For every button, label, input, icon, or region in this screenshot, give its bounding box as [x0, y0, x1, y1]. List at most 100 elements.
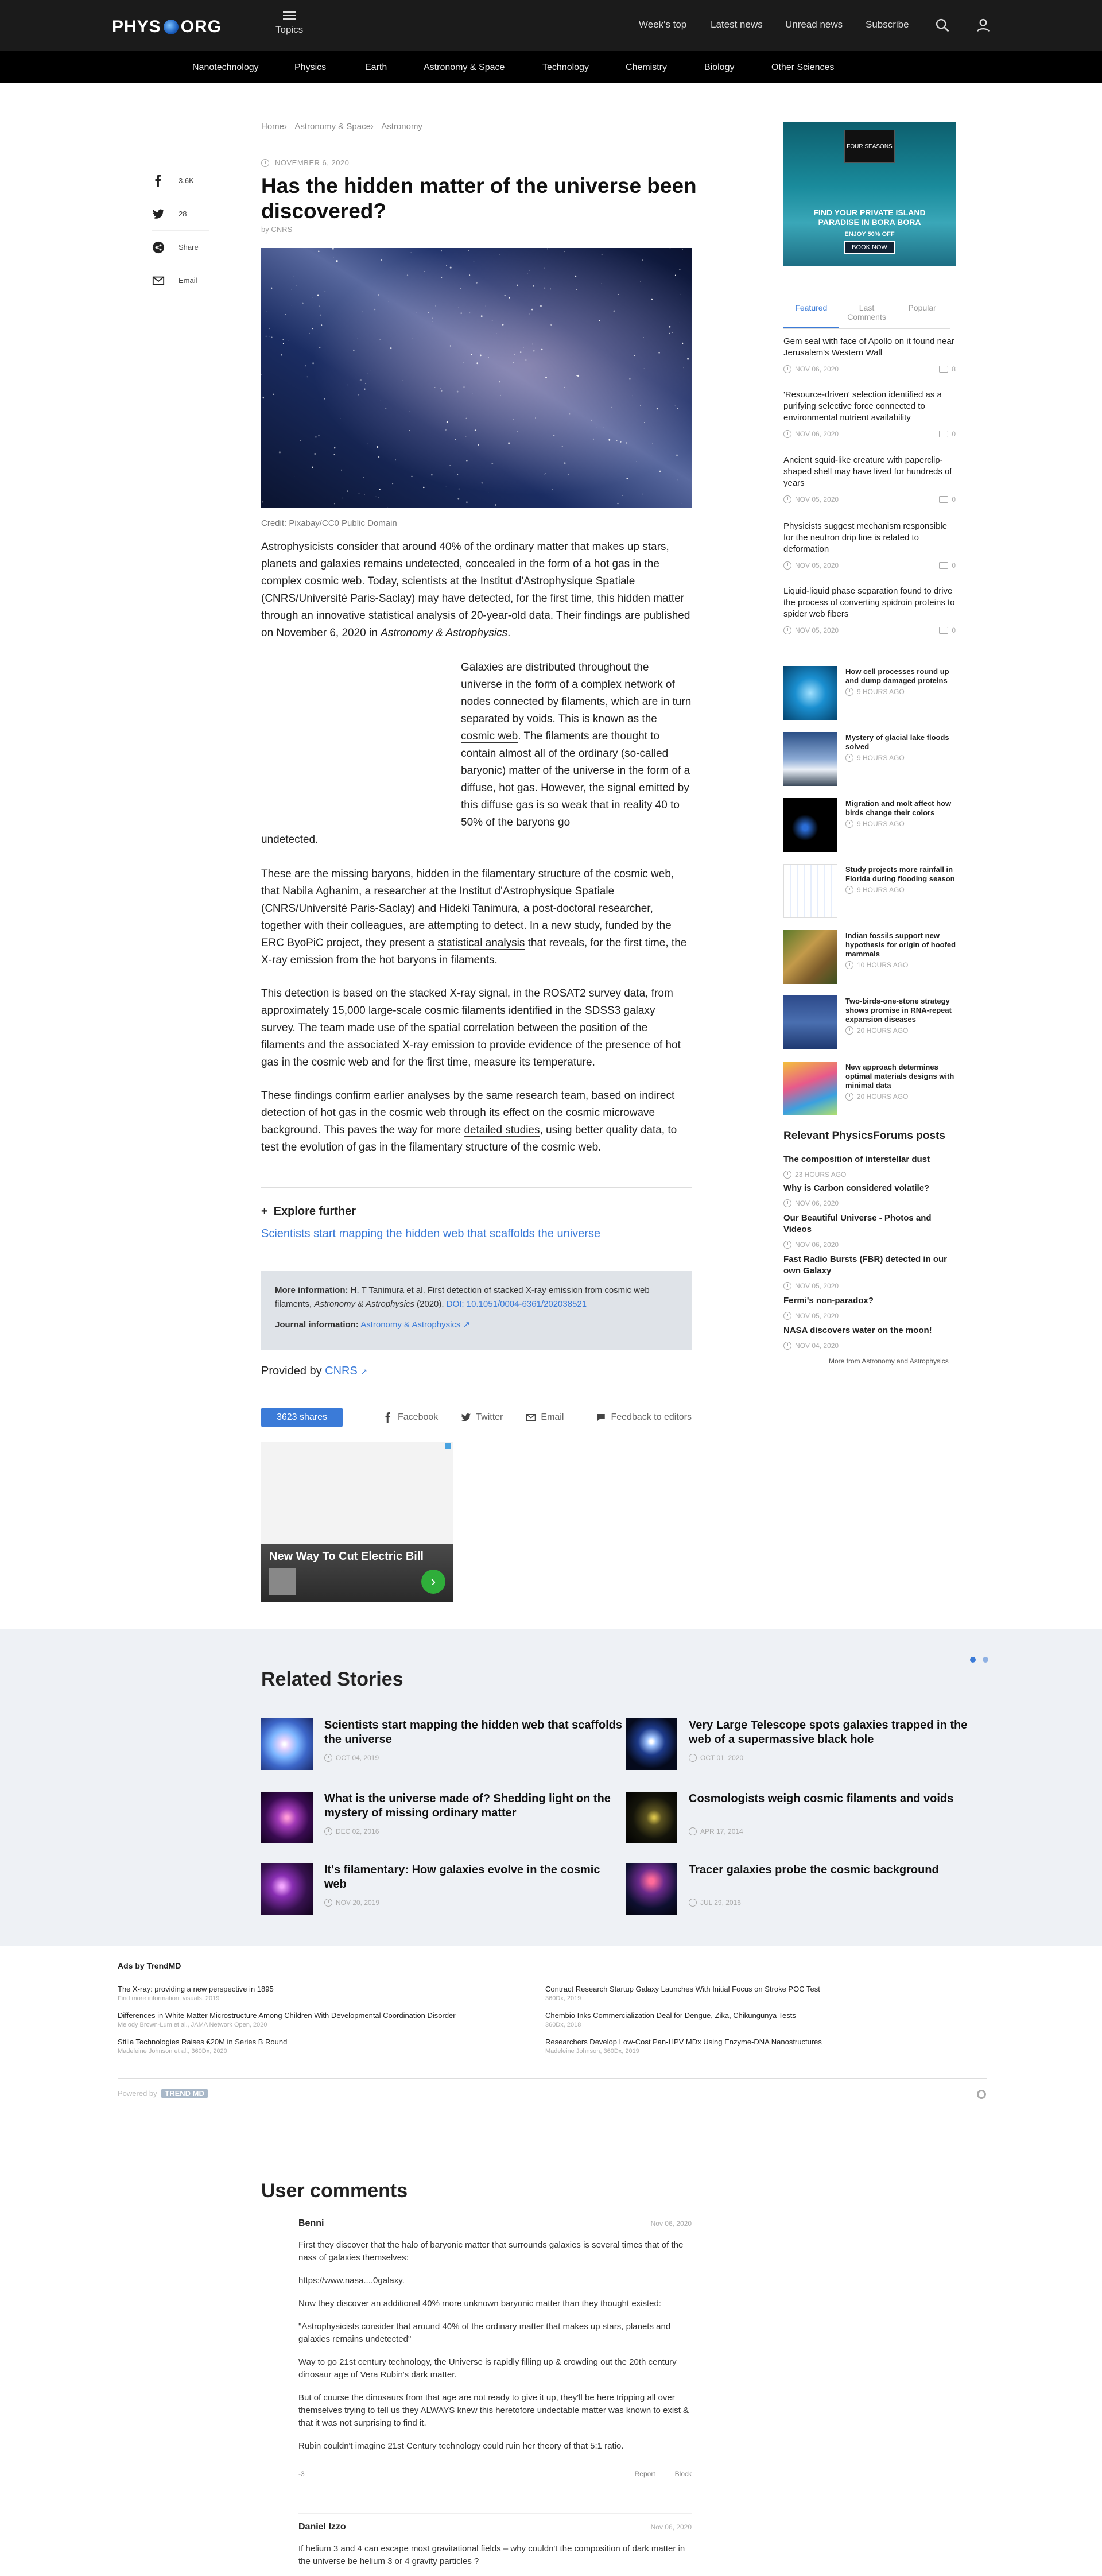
- comment-author[interactable]: Daniel Izzo: [298, 2522, 692, 2532]
- news-title[interactable]: Two-birds-one-stone strategy shows promi…: [845, 997, 960, 1024]
- featured-item[interactable]: Gem seal with face of Apollo on it found…: [783, 336, 956, 375]
- category-physics[interactable]: Physics: [294, 63, 326, 73]
- related-title[interactable]: Cosmologists weigh cosmic filaments and …: [689, 1792, 987, 1806]
- trendmd-item[interactable]: Researchers Develop Low-Cost Pan-HPV MDx…: [545, 2037, 947, 2056]
- report-button[interactable]: Report: [635, 2470, 655, 2478]
- news-title[interactable]: How cell processes round up and dump dam…: [845, 667, 960, 685]
- forum-post[interactable]: Fermi's non-paradox? NOV 05, 2020: [783, 1295, 961, 1323]
- nav-unread-news[interactable]: Unread news: [785, 19, 843, 30]
- news-title[interactable]: New approach determines optimal material…: [845, 1063, 960, 1090]
- facebook-share-button[interactable]: Facebook: [383, 1412, 438, 1423]
- trendmd-item[interactable]: Contract Research Startup Galaxy Launche…: [545, 1984, 947, 2004]
- carousel-dots[interactable]: [970, 1657, 988, 1663]
- related-title[interactable]: Scientists start mapping the hidden web …: [324, 1718, 623, 1747]
- category-earth[interactable]: Earth: [365, 63, 387, 73]
- dot-active[interactable]: [970, 1657, 976, 1663]
- breadcrumb-home[interactable]: Home: [261, 122, 284, 131]
- more-from-astronomy-link[interactable]: More from Astronomy and Astrophysics: [829, 1357, 949, 1365]
- related-story[interactable]: Cosmologists weigh cosmic filaments and …: [626, 1792, 981, 1843]
- forum-post[interactable]: Fast Radio Bursts (FBR) detected in our …: [783, 1254, 961, 1293]
- forum-post[interactable]: Why is Carbon considered volatile? NOV 06…: [783, 1183, 961, 1211]
- featured-title[interactable]: Liquid-liquid phase separation found to …: [783, 586, 956, 620]
- tab-last-comments[interactable]: Last Comments: [839, 303, 895, 328]
- statistical-analysis-link[interactable]: statistical analysis: [437, 937, 525, 950]
- comment-link[interactable]: https://www.nasa....0galaxy.: [298, 2275, 692, 2287]
- related-story[interactable]: Scientists start mapping the hidden web …: [261, 1718, 622, 1770]
- related-story[interactable]: Very Large Telescope spots galaxies trap…: [626, 1718, 981, 1770]
- dot-inactive[interactable]: [983, 1657, 988, 1663]
- forum-post[interactable]: Our Beautiful Universe - Photos and Vide…: [783, 1213, 961, 1252]
- category-nanotechnology[interactable]: Nanotechnology: [192, 63, 259, 73]
- news-thumb-item[interactable]: Indian fossils support new hypothesis fo…: [783, 930, 961, 985]
- topics-menu-button[interactable]: Topics: [276, 11, 303, 36]
- news-title[interactable]: Mystery of glacial lake floods solved: [845, 733, 960, 752]
- trendmd-title[interactable]: Contract Research Startup Galaxy Launche…: [545, 1984, 947, 1994]
- trendmd-item[interactable]: Stilla Technologies Raises €20M in Serie…: [118, 2037, 519, 2056]
- forum-post-title[interactable]: Fast Radio Bursts (FBR) detected in our …: [783, 1254, 961, 1277]
- forum-post[interactable]: NASA discovers water on the moon! NOV 04,…: [783, 1325, 961, 1353]
- doi-link[interactable]: DOI: 10.1051/0004-6361/202038521: [447, 1299, 587, 1309]
- trendmd-title[interactable]: Stilla Technologies Raises €20M in Serie…: [118, 2037, 519, 2047]
- feedback-to-editors[interactable]: Feedback to editors: [596, 1412, 692, 1423]
- inline-advertisement[interactable]: New Way To Cut Electric Bill ›: [261, 1442, 453, 1602]
- category-technology[interactable]: Technology: [542, 63, 589, 73]
- shares-count-button[interactable]: 3623 shares: [261, 1408, 343, 1427]
- trendmd-item[interactable]: Chembio Inks Commercialization Deal for …: [545, 2011, 947, 2030]
- email-share[interactable]: Email: [152, 264, 209, 297]
- site-logo[interactable]: PHYS ORG: [112, 17, 222, 37]
- category-biology[interactable]: Biology: [704, 63, 734, 73]
- user-account-icon[interactable]: [975, 17, 991, 33]
- block-button[interactable]: Block: [675, 2470, 692, 2478]
- search-icon[interactable]: [934, 17, 950, 33]
- related-title[interactable]: Very Large Telescope spots galaxies trap…: [689, 1718, 987, 1747]
- featured-title[interactable]: Gem seal with face of Apollo on it found…: [783, 336, 956, 359]
- news-thumb-item[interactable]: How cell processes round up and dump dam…: [783, 666, 961, 721]
- detailed-studies-link[interactable]: detailed studies: [464, 1124, 540, 1137]
- featured-title[interactable]: 'Resource-driven' selection identified a…: [783, 389, 956, 424]
- breadcrumb-astronomy-space[interactable]: Astronomy & Space: [294, 122, 371, 131]
- featured-title[interactable]: Physicists suggest mechanism responsible…: [783, 521, 956, 555]
- twitter-share[interactable]: 28: [152, 197, 209, 231]
- trendmd-item[interactable]: Differences in White Matter Microstructu…: [118, 2011, 519, 2030]
- book-now-button[interactable]: BOOK NOW: [844, 241, 895, 254]
- forum-post-title[interactable]: Our Beautiful Universe - Photos and Vide…: [783, 1213, 961, 1235]
- trendmd-title[interactable]: The X-ray: providing a new perspective i…: [118, 1984, 519, 1994]
- trendmd-title[interactable]: Differences in White Matter Microstructu…: [118, 2011, 519, 2020]
- gear-icon[interactable]: [977, 2090, 986, 2099]
- featured-item[interactable]: Physicists suggest mechanism responsible…: [783, 521, 956, 571]
- nav-subscribe[interactable]: Subscribe: [866, 19, 909, 30]
- news-title[interactable]: Migration and molt affect how birds chan…: [845, 799, 960, 818]
- news-thumb-item[interactable]: Two-birds-one-stone strategy shows promi…: [783, 995, 961, 1051]
- trendmd-item[interactable]: The X-ray: providing a new perspective i…: [118, 1984, 519, 2004]
- forum-post-title[interactable]: NASA discovers water on the moon!: [783, 1325, 961, 1337]
- generic-share[interactable]: Share: [152, 231, 209, 264]
- forum-post-title[interactable]: Fermi's non-paradox?: [783, 1295, 961, 1307]
- related-title[interactable]: It's filamentary: How galaxies evolve in…: [324, 1863, 623, 1892]
- news-thumb-item[interactable]: Mystery of glacial lake floods solved 9 …: [783, 732, 961, 787]
- featured-item[interactable]: 'Resource-driven' selection identified a…: [783, 389, 956, 440]
- forum-post[interactable]: The composition of interstellar dust 23 H…: [783, 1154, 961, 1182]
- related-title[interactable]: Tracer galaxies probe the cosmic backgro…: [689, 1863, 987, 1877]
- related-story[interactable]: What is the universe made of? Shedding l…: [261, 1792, 617, 1843]
- news-title[interactable]: Indian fossils support new hypothesis fo…: [845, 931, 960, 959]
- explore-further-link[interactable]: Scientists start mapping the hidden web …: [261, 1227, 692, 1241]
- cosmic-web-link[interactable]: cosmic web: [461, 730, 518, 743]
- nav-latest-news[interactable]: Latest news: [711, 19, 763, 30]
- category-chemistry[interactable]: Chemistry: [626, 63, 667, 73]
- comment-author[interactable]: Benni: [298, 2218, 692, 2229]
- related-title[interactable]: What is the universe made of? Shedding l…: [324, 1792, 623, 1820]
- news-thumb-item[interactable]: New approach determines optimal material…: [783, 1062, 961, 1117]
- news-thumb-item[interactable]: Study projects more rainfall in Florida …: [783, 864, 961, 919]
- featured-title[interactable]: Ancient squid-like creature with papercl…: [783, 455, 956, 489]
- trendmd-title[interactable]: Chembio Inks Commercialization Deal for …: [545, 2011, 947, 2020]
- adchoices-icon[interactable]: [445, 1443, 451, 1449]
- tab-featured[interactable]: Featured: [783, 303, 839, 328]
- featured-item[interactable]: Ancient squid-like creature with papercl…: [783, 455, 956, 505]
- trendmd-logo[interactable]: TREND MD: [161, 2089, 208, 2098]
- sidebar-advertisement[interactable]: FOUR SEASONS FIND YOUR PRIVATE ISLAND PAR…: [783, 122, 956, 266]
- related-story[interactable]: It's filamentary: How galaxies evolve in…: [261, 1863, 617, 1915]
- category-astronomy-space[interactable]: Astronomy & Space: [424, 63, 505, 73]
- breadcrumb-astronomy[interactable]: Astronomy: [381, 122, 422, 131]
- trendmd-title[interactable]: Researchers Develop Low-Cost Pan-HPV MDx…: [545, 2037, 947, 2047]
- facebook-share[interactable]: 3.6K: [152, 164, 209, 197]
